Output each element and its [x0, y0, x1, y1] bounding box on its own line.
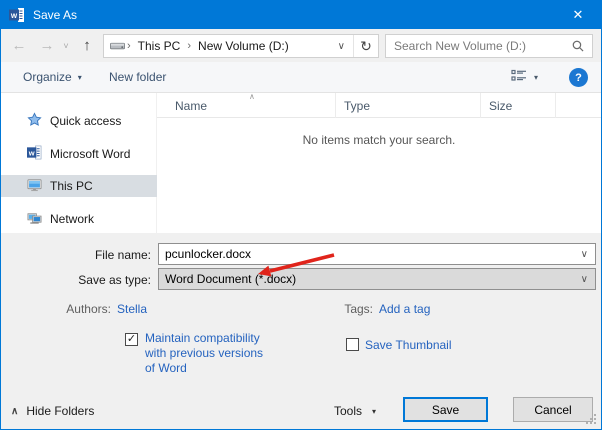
save-as-dialog: w Save As ✕ ← → ˅ ↑ › This PC › New Volu…	[0, 0, 602, 430]
new-folder-button[interactable]: New folder	[109, 62, 166, 92]
search-input[interactable]	[386, 39, 571, 53]
search-icon[interactable]	[571, 39, 585, 53]
tags-add-link[interactable]: Add a tag	[379, 302, 430, 316]
maintain-compatibility-checkbox[interactable]: ✓	[125, 333, 138, 346]
save-button[interactable]: Save	[403, 397, 488, 422]
hide-folders-button[interactable]: ∧ Hide Folders	[11, 404, 94, 418]
file-name-combobox[interactable]: ∨	[158, 243, 596, 265]
file-name-label: File name:	[1, 248, 151, 262]
address-dropdown-icon[interactable]: ∨	[330, 41, 353, 52]
new-folder-label: New folder	[109, 70, 166, 84]
svg-text:w: w	[10, 11, 18, 20]
command-toolbar: Organize ▾ New folder ▾ ?	[1, 62, 601, 93]
file-list-pane: Name ∧ Type Size No items match your sea…	[157, 93, 601, 233]
window-title: Save As	[33, 8, 77, 22]
breadcrumb-chevron[interactable]: ›	[185, 40, 193, 52]
breadcrumb-new-volume[interactable]: New Volume (D:)	[193, 39, 294, 53]
authors-value-link[interactable]: Stella	[117, 302, 147, 316]
breadcrumb-this-pc[interactable]: This PC	[133, 39, 186, 53]
save-as-type-combobox[interactable]: Word Document (*.docx) ∨	[158, 268, 596, 290]
sidebar-item-network[interactable]: Network	[1, 208, 157, 230]
refresh-icon[interactable]: ↻	[354, 38, 378, 55]
save-as-type-value: Word Document (*.docx)	[159, 272, 581, 286]
help-icon: ?	[575, 72, 582, 84]
cancel-button[interactable]: Cancel	[513, 397, 593, 422]
sidebar-item-label: Network	[50, 212, 94, 226]
empty-results-message: No items match your search.	[157, 133, 601, 147]
chevron-down-icon: ▾	[372, 407, 376, 416]
history-caret-icon[interactable]: ˅	[59, 29, 73, 62]
resize-grip[interactable]	[594, 422, 596, 424]
address-bar[interactable]: › This PC › New Volume (D:) ∨ ↻	[103, 34, 379, 58]
organize-button[interactable]: Organize ▾	[23, 62, 82, 92]
svg-text:w: w	[28, 148, 35, 157]
search-box	[385, 34, 593, 58]
chevron-down-icon: ▾	[78, 73, 82, 82]
save-thumbnail-checkbox[interactable]	[346, 338, 359, 351]
chevron-down-icon: ▾	[534, 73, 538, 82]
save-thumbnail-label[interactable]: Save Thumbnail	[365, 338, 452, 352]
breadcrumb-chevron[interactable]: ›	[125, 40, 133, 52]
authors-label: Authors:	[41, 302, 111, 316]
network-icon	[27, 210, 42, 228]
column-header-type[interactable]: Type	[336, 93, 481, 118]
sort-ascending-icon: ∧	[249, 92, 255, 101]
chevron-down-icon[interactable]: ∨	[581, 249, 595, 260]
star-icon	[27, 112, 42, 130]
sidebar-item-microsoft-word[interactable]: w Microsoft Word	[1, 143, 157, 165]
chevron-down-icon[interactable]: ∨	[581, 274, 595, 285]
word-icon: w	[27, 145, 42, 163]
tools-label: Tools	[334, 404, 362, 418]
navigation-sidebar: Quick access w Microsoft Word	[1, 93, 157, 233]
browser-content: Quick access w Microsoft Word	[1, 93, 601, 233]
close-icon: ✕	[573, 7, 584, 23]
sidebar-item-quick-access[interactable]: Quick access	[1, 110, 157, 132]
sidebar-item-label: Microsoft Word	[50, 147, 130, 161]
tags-label: Tags:	[331, 302, 373, 316]
column-header-name[interactable]: Name ∧	[157, 93, 336, 118]
sidebar-item-label: Quick access	[50, 114, 121, 128]
word-app-icon: w	[9, 7, 25, 23]
sidebar-item-label: This PC	[50, 179, 93, 193]
views-button[interactable]: ▾	[511, 62, 538, 92]
save-as-type-label: Save as type:	[1, 273, 151, 287]
forward-icon[interactable]: →	[35, 29, 59, 62]
close-button[interactable]: ✕	[555, 1, 601, 29]
hide-folders-label: Hide Folders	[26, 404, 94, 418]
sidebar-item-this-pc[interactable]: This PC	[1, 175, 157, 197]
chevron-up-icon: ∧	[11, 406, 18, 417]
column-header-row: Name ∧ Type Size	[157, 93, 601, 118]
drive-icon	[110, 41, 125, 51]
monitor-icon	[27, 177, 42, 195]
file-name-input[interactable]	[159, 247, 581, 261]
title-bar: w Save As ✕	[1, 1, 601, 29]
organize-label: Organize	[23, 70, 72, 84]
help-button[interactable]: ?	[569, 68, 588, 87]
column-header-size[interactable]: Size	[481, 93, 556, 118]
maintain-compatibility-label[interactable]: Maintain compatibility with previous ver…	[145, 331, 269, 376]
back-icon[interactable]: ←	[7, 29, 31, 62]
views-icon	[511, 69, 527, 86]
navigation-row: ← → ˅ ↑ › This PC › New Volume (D:) ∨ ↻	[1, 29, 601, 62]
tools-button[interactable]: Tools ▾	[334, 404, 376, 418]
up-icon[interactable]: ↑	[75, 29, 99, 62]
checkmark-icon: ✓	[127, 333, 136, 346]
